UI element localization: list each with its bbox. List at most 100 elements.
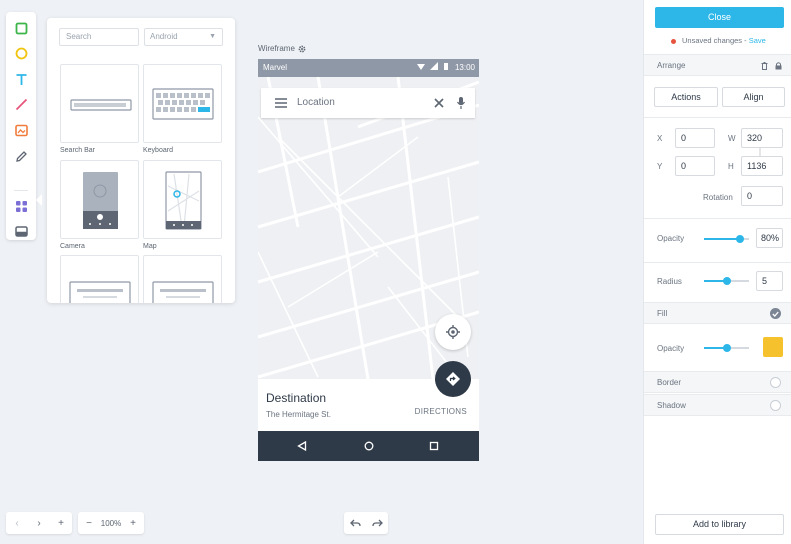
- opacity-slider-fill: [704, 238, 740, 240]
- trash-icon[interactable]: [761, 62, 768, 70]
- my-location-button[interactable]: [435, 314, 471, 350]
- component-card-map[interactable]: [143, 160, 222, 239]
- lock-icon[interactable]: [775, 62, 782, 70]
- tool-bar: [6, 12, 36, 240]
- fill-opacity-slider[interactable]: [704, 344, 749, 352]
- opacity-field[interactable]: 80%: [756, 228, 783, 248]
- section-divider: [644, 117, 791, 118]
- opacity-slider-knob[interactable]: [736, 235, 744, 243]
- pen-icon[interactable]: [13, 148, 29, 164]
- wifi-icon: [417, 64, 425, 70]
- search-bar-thumb: [70, 99, 132, 111]
- next-page-button[interactable]: ›: [28, 512, 50, 534]
- frame-label[interactable]: Wireframe: [258, 44, 306, 53]
- section-divider: [644, 218, 791, 219]
- back-icon[interactable]: [295, 439, 309, 453]
- component-label: Keyboard: [143, 147, 173, 154]
- arrange-label: Arrange: [657, 61, 686, 70]
- menu-icon[interactable]: [275, 98, 287, 108]
- component-card-keyboard[interactable]: [143, 64, 222, 143]
- section-divider: [644, 262, 791, 263]
- library-search-input[interactable]: Search: [59, 28, 139, 46]
- redo-icon[interactable]: [366, 512, 388, 534]
- shadow-toggle[interactable]: [770, 400, 781, 411]
- align-button[interactable]: Align: [722, 87, 785, 107]
- properties-panel: Close Unsaved changes - Save Arrange Act…: [643, 0, 791, 544]
- history-controls: [344, 512, 388, 534]
- fill-opacity-label: Opacity: [657, 344, 685, 353]
- toolbar-divider: [14, 190, 28, 191]
- line-icon[interactable]: [13, 96, 29, 112]
- height-field[interactable]: 1136: [741, 156, 783, 176]
- close-button[interactable]: Close: [655, 7, 784, 28]
- component-card-dialog[interactable]: [60, 255, 139, 303]
- component-label: Search Bar: [60, 147, 96, 154]
- destination-address: The Hermitage St.: [266, 410, 331, 419]
- rotation-field[interactable]: 0: [741, 186, 783, 206]
- radius-field[interactable]: 5: [756, 271, 783, 291]
- fill-checked-icon[interactable]: [770, 308, 781, 319]
- crosshair-icon: [446, 325, 460, 339]
- shadow-label: Shadow: [657, 401, 686, 410]
- save-link[interactable]: Save: [749, 36, 766, 45]
- w-label: W: [728, 134, 736, 143]
- unsaved-text: Unsaved changes -: [682, 36, 747, 45]
- component-label: Map: [143, 243, 157, 250]
- radius-slider[interactable]: [704, 277, 749, 285]
- actions-button[interactable]: Actions: [654, 87, 718, 107]
- shadow-section-header: Shadow: [644, 394, 791, 416]
- text-icon[interactable]: [13, 71, 29, 87]
- arrange-section-header: Arrange: [644, 54, 791, 76]
- image-icon[interactable]: [13, 122, 29, 138]
- page-nav-controls: ‹ › +: [6, 512, 72, 534]
- location-input[interactable]: Location: [297, 97, 335, 108]
- components-icon[interactable]: [13, 198, 29, 214]
- add-to-library-button[interactable]: Add to library: [655, 514, 784, 535]
- component-card-dialog[interactable]: [143, 255, 222, 303]
- border-toggle[interactable]: [770, 377, 781, 388]
- fill-color-swatch[interactable]: [763, 337, 783, 357]
- platform-select[interactable]: Android ▼: [144, 28, 223, 46]
- add-page-button[interactable]: +: [50, 512, 72, 534]
- flyout-pointer: [36, 194, 42, 206]
- zoom-in-button[interactable]: +: [122, 512, 144, 534]
- recents-icon[interactable]: [427, 439, 441, 453]
- location-search-bar[interactable]: Location: [261, 88, 475, 118]
- width-field[interactable]: 320: [741, 128, 783, 148]
- rectangle-icon[interactable]: [13, 20, 29, 36]
- platform-select-value: Android: [150, 32, 178, 41]
- unsaved-dot: [671, 38, 676, 44]
- rotation-label: Rotation: [703, 193, 733, 202]
- status-bar: Marvel 13:00: [258, 59, 479, 77]
- dialog-thumb: [152, 281, 214, 303]
- component-library-panel: Search Android ▼ Search Bar Keyboard Cam…: [47, 18, 235, 303]
- undo-icon[interactable]: [344, 512, 366, 534]
- microphone-icon[interactable]: [457, 97, 465, 109]
- x-field[interactable]: 0: [675, 128, 715, 148]
- zoom-controls: − 100% +: [78, 512, 144, 534]
- directions-fab[interactable]: [435, 361, 471, 397]
- directions-button[interactable]: DIRECTIONS: [415, 407, 467, 416]
- radius-slider-knob[interactable]: [722, 277, 731, 285]
- frame-name: Wireframe: [258, 44, 295, 53]
- component-card-camera[interactable]: [60, 160, 139, 239]
- gear-icon[interactable]: [298, 45, 306, 53]
- link-icon[interactable]: [757, 148, 763, 156]
- component-card-search-bar[interactable]: [60, 64, 139, 143]
- close-icon[interactable]: [434, 98, 444, 108]
- status-time: 13:00: [454, 63, 475, 72]
- radius-label: Radius: [657, 277, 682, 286]
- component-label: Camera: [60, 243, 85, 250]
- home-icon[interactable]: [362, 439, 376, 453]
- signal-icon: [430, 62, 438, 70]
- opacity-slider[interactable]: [704, 235, 749, 243]
- ellipse-icon[interactable]: [13, 45, 29, 61]
- chevron-down-icon: ▼: [209, 33, 216, 40]
- y-field[interactable]: 0: [675, 156, 715, 176]
- fill-opacity-slider-knob[interactable]: [722, 344, 731, 352]
- phone-frame[interactable]: Marvel 13:00 Location Destination The He…: [258, 59, 479, 461]
- prev-page-button[interactable]: ‹: [6, 512, 28, 534]
- zoom-out-button[interactable]: −: [78, 512, 100, 534]
- unsaved-status: Unsaved changes - Save: [671, 36, 766, 45]
- tray-icon[interactable]: [13, 223, 29, 239]
